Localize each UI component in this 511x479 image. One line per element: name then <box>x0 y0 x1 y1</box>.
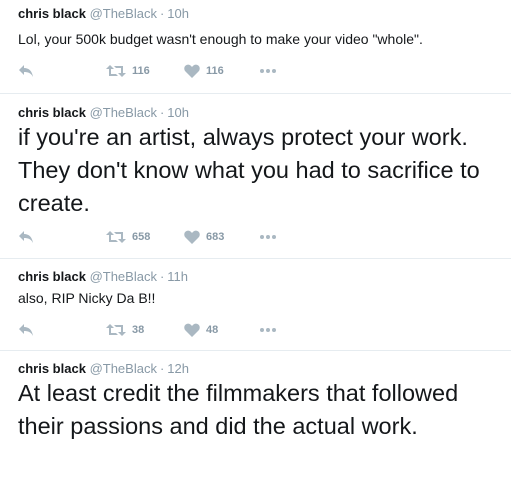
retweet-icon <box>106 65 126 77</box>
like-count: 116 <box>206 65 224 77</box>
reply-button[interactable] <box>18 229 34 245</box>
reply-icon <box>19 231 33 243</box>
retweet-count: 658 <box>132 231 151 243</box>
author-handle[interactable]: @TheBlack <box>90 105 157 120</box>
author-name[interactable]: chris black <box>18 105 86 120</box>
tweet-header: chris black @TheBlack · 12h <box>18 361 189 376</box>
like-button[interactable]: 48 <box>184 322 218 338</box>
tweet[interactable]: chris black @TheBlack · 10h if you're an a… <box>0 94 511 259</box>
timestamp[interactable]: 11h <box>167 269 188 284</box>
tweet-header: chris black @TheBlack · 10h <box>18 6 189 21</box>
separator-dot: · <box>159 105 165 120</box>
author-handle[interactable]: @TheBlack <box>90 6 157 21</box>
like-count: 683 <box>206 231 225 243</box>
like-count: 48 <box>206 324 219 336</box>
retweet-button[interactable]: 658 <box>106 229 150 245</box>
retweet-count: 38 <box>132 324 145 336</box>
reply-icon <box>19 324 33 336</box>
tweet-text: At least credit the filmmakers that foll… <box>18 380 459 439</box>
retweet-button[interactable]: 116 <box>106 63 150 79</box>
timestamp[interactable]: 10h <box>167 6 189 21</box>
more-icon <box>260 69 276 73</box>
more-button[interactable] <box>260 322 276 338</box>
author-handle[interactable]: @TheBlack <box>90 361 157 376</box>
like-button[interactable]: 116 <box>184 63 224 79</box>
separator-dot: · <box>159 6 165 21</box>
tweet[interactable]: chris black @TheBlack · 12h At least credi… <box>0 351 511 479</box>
author-handle[interactable]: @TheBlack <box>90 269 157 284</box>
reply-button[interactable] <box>18 322 34 338</box>
more-button[interactable] <box>260 63 276 79</box>
retweet-button[interactable]: 38 <box>106 322 144 338</box>
author-name[interactable]: chris black <box>18 269 86 284</box>
tweet[interactable]: chris black @TheBlack · 10h Lol, your 500k… <box>0 0 511 94</box>
more-icon <box>260 235 276 239</box>
retweet-count: 116 <box>132 65 150 77</box>
tweet[interactable]: chris black @TheBlack · 11h also, RIP Nick… <box>0 259 511 351</box>
separator-dot: · <box>159 269 165 284</box>
timestamp[interactable]: 12h <box>167 361 189 376</box>
author-name[interactable]: chris black <box>18 6 86 21</box>
retweet-icon <box>106 231 126 243</box>
reply-icon <box>19 65 33 77</box>
like-button[interactable]: 683 <box>184 229 224 245</box>
heart-icon <box>184 323 200 337</box>
tweet-text: also, RIP Nicky Da B!! <box>18 290 156 306</box>
tweet-text: if you're an artist, always protect your… <box>18 124 480 216</box>
timestamp[interactable]: 10h <box>167 105 189 120</box>
tweet-header: chris black @TheBlack · 11h <box>18 269 188 284</box>
heart-icon <box>184 230 200 244</box>
tweet-text: Lol, your 500k budget wasn't enough to m… <box>18 31 423 47</box>
separator-dot: · <box>159 361 165 376</box>
retweet-icon <box>106 324 126 336</box>
author-name[interactable]: chris black <box>18 361 86 376</box>
more-button[interactable] <box>260 229 276 245</box>
tweet-header: chris black @TheBlack · 10h <box>18 105 189 120</box>
more-icon <box>260 328 276 332</box>
heart-icon <box>184 64 200 78</box>
reply-button[interactable] <box>18 63 34 79</box>
